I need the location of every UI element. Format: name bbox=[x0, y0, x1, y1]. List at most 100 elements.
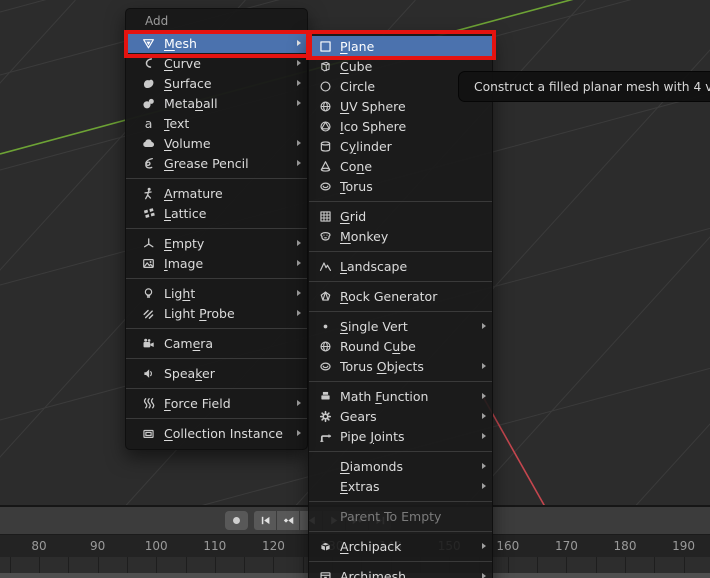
ico-sphere-icon bbox=[317, 119, 334, 134]
menu-item-archipack[interactable]: Archipack bbox=[309, 536, 492, 556]
jump-to-prev-keyframe-button[interactable] bbox=[277, 511, 299, 530]
menu-item-label: Extras bbox=[340, 478, 380, 494]
plane-icon bbox=[317, 39, 334, 54]
menu-item-rock-generator[interactable]: Rock Generator bbox=[309, 286, 492, 306]
menu-item-extras[interactable]: Extras bbox=[309, 476, 492, 496]
math-function-icon bbox=[317, 389, 334, 404]
menu-item-monkey[interactable]: Monkey bbox=[309, 226, 492, 246]
menu-item-label: Math Function bbox=[340, 388, 429, 404]
torus-icon bbox=[317, 179, 334, 194]
single-vert-icon bbox=[317, 319, 334, 334]
surface-icon bbox=[140, 76, 157, 91]
menu-item-surface[interactable]: Surface bbox=[126, 73, 307, 93]
menu-item-label: Lattice bbox=[164, 205, 207, 221]
menu-item-ico-sphere[interactable]: Ico Sphere bbox=[309, 116, 492, 136]
frame-tick bbox=[214, 557, 216, 573]
submenu-arrow-icon bbox=[297, 240, 301, 246]
menu-item-label: Volume bbox=[164, 135, 211, 151]
add-menu: Add Mesh Curve Surface Metaball a Text Volume G… bbox=[125, 8, 308, 450]
menu-item-cone[interactable]: Cone bbox=[309, 156, 492, 176]
frame-tick bbox=[126, 557, 128, 573]
force-field-icon bbox=[140, 396, 157, 411]
menu-separator bbox=[309, 196, 492, 206]
jump-to-start-button[interactable] bbox=[254, 511, 276, 530]
frame-tick bbox=[625, 557, 626, 573]
menu-item-label: Curve bbox=[164, 55, 201, 71]
menu-item-label: Archimesh bbox=[340, 568, 407, 578]
menu-item-lattice[interactable]: Lattice bbox=[126, 203, 307, 223]
menu-item-image[interactable]: Image bbox=[126, 253, 307, 273]
menu-item-torus-objects[interactable]: Torus Objects bbox=[309, 356, 492, 376]
menu-item-collection-instance[interactable]: Collection Instance bbox=[126, 423, 307, 443]
menu-separator bbox=[309, 496, 492, 506]
menu-item-label: Armature bbox=[164, 185, 223, 201]
menu-item-cylinder[interactable]: Cylinder bbox=[309, 136, 492, 156]
menu-item-label: Empty bbox=[164, 235, 205, 251]
frame-tick bbox=[68, 557, 70, 573]
menu-item-grease-pencil[interactable]: Grease Pencil bbox=[126, 153, 307, 173]
menu-item-grid[interactable]: Grid bbox=[309, 206, 492, 226]
frame-label: 120 bbox=[261, 539, 285, 553]
menu-item-metaball[interactable]: Metaball bbox=[126, 93, 307, 113]
menu-item-text[interactable]: a Text bbox=[126, 113, 307, 133]
record-button[interactable] bbox=[225, 511, 248, 530]
curve-icon bbox=[140, 56, 157, 71]
cone-icon bbox=[317, 159, 334, 174]
menu-item-label: Force Field bbox=[164, 395, 231, 411]
frame-tick bbox=[683, 557, 685, 573]
menu-item-label: Archipack bbox=[340, 538, 402, 554]
menu-item-label: Text bbox=[164, 115, 190, 131]
frame-tick bbox=[156, 557, 158, 573]
menu-item-landscape[interactable]: Landscape bbox=[309, 256, 492, 276]
menu-item-gears[interactable]: Gears bbox=[309, 406, 492, 426]
submenu-arrow-icon bbox=[297, 260, 301, 266]
menu-item-mesh[interactable]: Mesh bbox=[126, 33, 307, 53]
frame-label: 190 bbox=[672, 539, 696, 553]
menu-item-torus[interactable]: Torus bbox=[309, 176, 492, 196]
monkey-icon bbox=[317, 229, 334, 244]
menu-item-empty[interactable]: Empty bbox=[126, 233, 307, 253]
menu-item-light[interactable]: Light bbox=[126, 283, 307, 303]
menu-item-curve[interactable]: Curve bbox=[126, 53, 307, 73]
mesh-submenu-items: Plane Cube Circle UV Sphere Ico Sphere Cylind… bbox=[309, 36, 492, 578]
metaball-icon bbox=[140, 96, 157, 111]
lattice-icon bbox=[140, 206, 157, 221]
mesh-submenu: Plane Cube Circle UV Sphere Ico Sphere Cylind… bbox=[308, 31, 493, 578]
menu-item-force-field[interactable]: Force Field bbox=[126, 393, 307, 413]
frame-label: 110 bbox=[203, 539, 227, 553]
gears-icon bbox=[317, 409, 334, 424]
submenu-arrow-icon bbox=[297, 310, 301, 316]
frame-tick bbox=[97, 557, 99, 573]
menu-item-speaker[interactable]: Speaker bbox=[126, 363, 307, 383]
menu-item-round-cube[interactable]: Round Cube bbox=[309, 336, 492, 356]
submenu-arrow-icon bbox=[482, 323, 486, 329]
menu-item-armature[interactable]: Armature bbox=[126, 183, 307, 203]
menu-item-label: Speaker bbox=[164, 365, 215, 381]
menu-item-archimesh[interactable]: Archimesh bbox=[309, 566, 492, 578]
menu-item-volume[interactable]: Volume bbox=[126, 133, 307, 153]
menu-item-label: Cube bbox=[340, 58, 373, 74]
menu-separator bbox=[309, 306, 492, 316]
text-icon: a bbox=[140, 116, 157, 131]
submenu-arrow-icon bbox=[482, 393, 486, 399]
menu-item-plane[interactable]: Plane bbox=[309, 36, 492, 56]
submenu-arrow-icon bbox=[297, 100, 301, 106]
menu-item-diamonds[interactable]: Diamonds bbox=[309, 456, 492, 476]
menu-item-label: Pipe Joints bbox=[340, 428, 405, 444]
grid-icon bbox=[317, 209, 334, 224]
menu-item-label: Camera bbox=[164, 335, 214, 351]
tooltip: Construct a filled planar mesh with 4 ve… bbox=[458, 71, 710, 102]
menu-item-math-function[interactable]: Math Function bbox=[309, 386, 492, 406]
menu-item-label: Cone bbox=[340, 158, 373, 174]
menu-item-single-vert[interactable]: Single Vert bbox=[309, 316, 492, 336]
menu-item-camera[interactable]: Camera bbox=[126, 333, 307, 353]
menu-item-light-probe[interactable]: Light Probe bbox=[126, 303, 307, 323]
menu-separator bbox=[309, 556, 492, 566]
menu-item-label: Metaball bbox=[164, 95, 218, 111]
submenu-arrow-icon bbox=[482, 573, 486, 578]
menu-item-pipe-joints[interactable]: Pipe Joints bbox=[309, 426, 492, 446]
menu-item-label: Single Vert bbox=[340, 318, 408, 334]
circle-icon bbox=[317, 79, 334, 94]
frame-tick bbox=[537, 557, 539, 573]
light-probe-icon bbox=[140, 306, 157, 321]
